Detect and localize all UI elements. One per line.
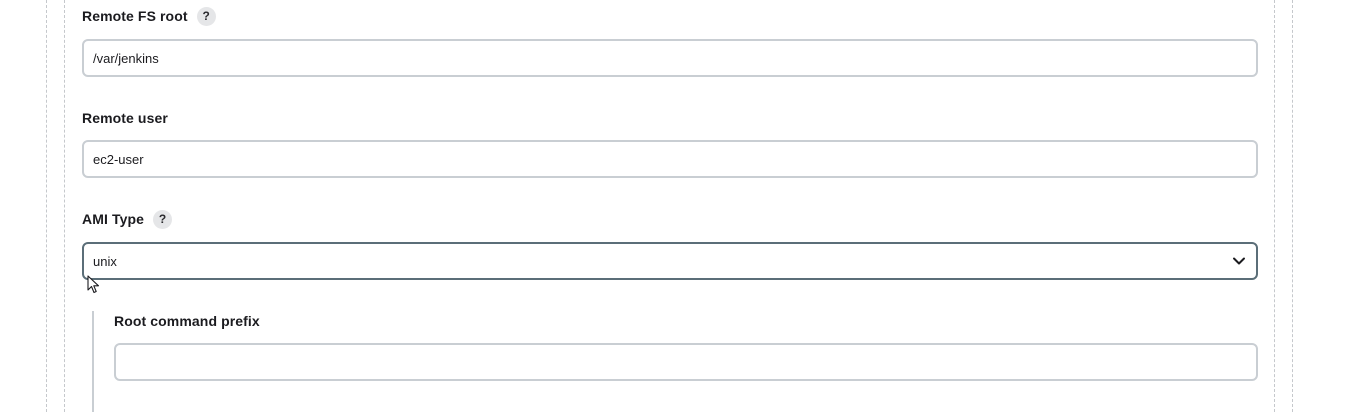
root-command-prefix-input[interactable] <box>114 343 1258 381</box>
remote-user-label-row: Remote user <box>82 108 168 128</box>
outer-right-dashed-border <box>1292 0 1293 412</box>
ami-type-label: AMI Type <box>82 211 144 227</box>
chevron-down-icon <box>1233 257 1245 265</box>
remote-fs-root-label-row: Remote FS root ? <box>82 6 216 26</box>
remote-user-input[interactable]: ec2-user <box>82 140 1258 178</box>
remote-user-value: ec2-user <box>93 151 144 167</box>
root-command-prefix-label: Root command prefix <box>114 313 260 329</box>
remote-user-label: Remote user <box>82 110 168 126</box>
remote-fs-root-input[interactable]: /var/jenkins <box>82 39 1258 77</box>
remote-fs-root-label: Remote FS root <box>82 8 188 24</box>
inner-left-dashed-border <box>64 0 65 412</box>
ec2-agent-config-form: Remote FS root ? /var/jenkins Remote use… <box>0 0 1349 412</box>
mouse-cursor-icon <box>87 275 100 294</box>
nested-section-indicator <box>92 311 94 412</box>
help-icon[interactable]: ? <box>153 209 172 229</box>
root-command-prefix-label-row: Root command prefix <box>114 311 260 331</box>
remote-fs-root-value: /var/jenkins <box>93 50 159 66</box>
inner-right-dashed-border <box>1274 0 1275 412</box>
ami-type-select[interactable]: unix <box>82 242 1258 280</box>
ami-type-label-row: AMI Type ? <box>82 209 172 229</box>
ami-type-selected-value: unix <box>93 253 117 269</box>
outer-left-dashed-border <box>46 0 47 412</box>
help-icon[interactable]: ? <box>196 6 216 26</box>
